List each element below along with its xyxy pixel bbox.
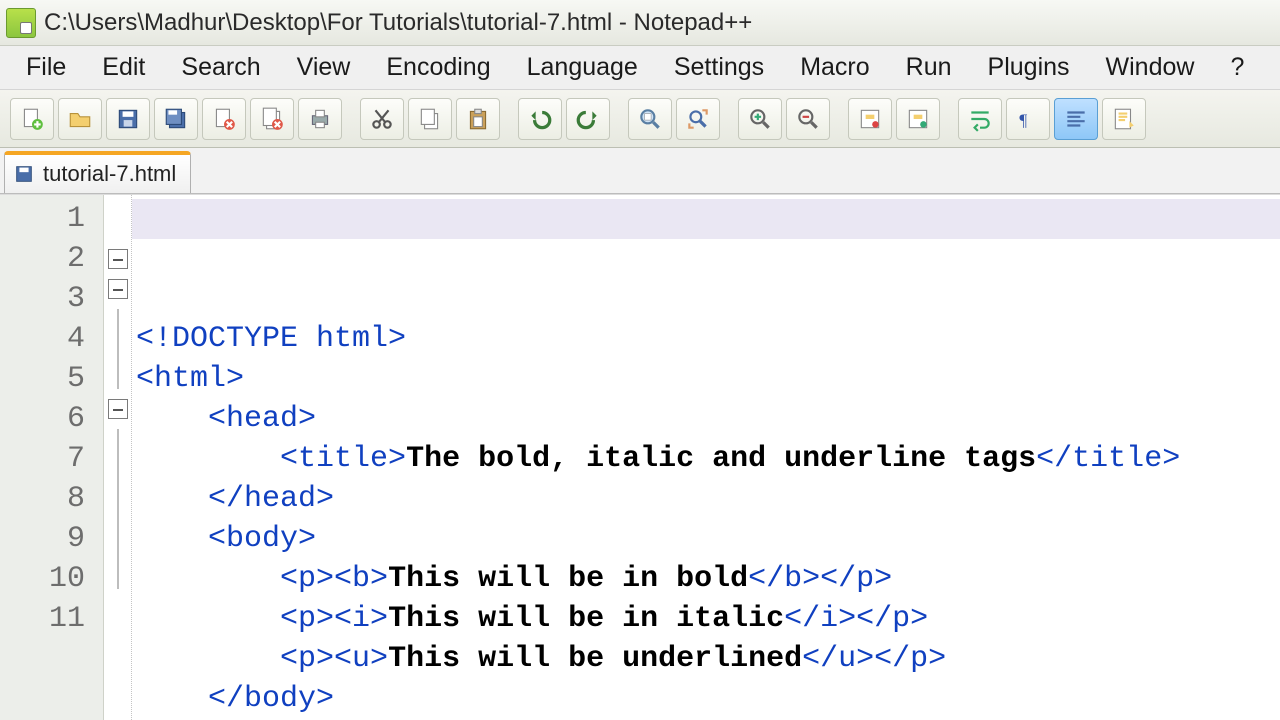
code-line[interactable]: <p><b>This will be in bold</b></p>	[136, 559, 1280, 599]
line-number: 2	[0, 239, 85, 279]
save-all-icon[interactable]	[154, 98, 198, 140]
fold-toggle-icon[interactable]	[108, 279, 128, 299]
close-all-icon[interactable]	[250, 98, 294, 140]
toolbar: ¶	[0, 90, 1280, 148]
menu-language[interactable]: Language	[509, 46, 656, 89]
line-number: 7	[0, 439, 85, 479]
fold-guide	[117, 509, 119, 549]
code-area[interactable]: <!DOCTYPE html><html> <head> <title>The …	[132, 195, 1280, 720]
code-line[interactable]: <html>	[136, 359, 1280, 399]
menu-settings[interactable]: Settings	[656, 46, 782, 89]
title-bar: C:\Users\Madhur\Desktop\For Tutorials\tu…	[0, 0, 1280, 46]
word-wrap-icon[interactable]	[958, 98, 1002, 140]
menu-run[interactable]: Run	[888, 46, 970, 89]
redo-icon[interactable]	[566, 98, 610, 140]
menu-window[interactable]: Window	[1088, 46, 1213, 89]
doc-map-icon[interactable]	[1102, 98, 1146, 140]
fold-guide	[117, 309, 119, 349]
line-number: 10	[0, 559, 85, 599]
menu-file[interactable]: File	[8, 46, 84, 89]
code-line[interactable]: <p><i>This will be in italic</i></p>	[136, 599, 1280, 639]
file-saved-icon	[13, 163, 35, 185]
code-line[interactable]: </head>	[136, 479, 1280, 519]
zoom-in-icon[interactable]	[738, 98, 782, 140]
fold-guide	[117, 429, 119, 469]
fold-toggle-icon[interactable]	[108, 249, 128, 269]
tab-label: tutorial-7.html	[43, 161, 176, 187]
zoom-out-icon[interactable]	[786, 98, 830, 140]
find-icon[interactable]	[628, 98, 672, 140]
line-number: 8	[0, 479, 85, 519]
line-number: 1	[0, 199, 85, 239]
menu-[interactable]: ?	[1212, 46, 1262, 89]
editor[interactable]: 1234567891011 <!DOCTYPE html><html> <hea…	[0, 194, 1280, 720]
fold-guide	[117, 469, 119, 509]
close-icon[interactable]	[202, 98, 246, 140]
code-line[interactable]: <body>	[136, 519, 1280, 559]
save-icon[interactable]	[106, 98, 150, 140]
line-number: 11	[0, 599, 85, 639]
window-title: C:\Users\Madhur\Desktop\For Tutorials\tu…	[44, 9, 752, 37]
copy-icon[interactable]	[408, 98, 452, 140]
menu-view[interactable]: View	[279, 46, 369, 89]
fold-toggle-icon[interactable]	[108, 399, 128, 419]
line-number: 6	[0, 399, 85, 439]
current-line-highlight	[132, 199, 1280, 239]
app-icon	[6, 8, 36, 38]
show-all-chars-icon[interactable]: ¶	[1006, 98, 1050, 140]
sync-v-icon[interactable]	[848, 98, 892, 140]
line-number: 5	[0, 359, 85, 399]
replace-icon[interactable]	[676, 98, 720, 140]
fold-guide	[117, 349, 119, 389]
fold-guide	[117, 549, 119, 589]
menu-plugins[interactable]: Plugins	[970, 46, 1088, 89]
indent-guide-icon[interactable]	[1054, 98, 1098, 140]
undo-icon[interactable]	[518, 98, 562, 140]
line-number-gutter: 1234567891011	[0, 195, 104, 720]
line-number: 4	[0, 319, 85, 359]
sync-h-icon[interactable]	[896, 98, 940, 140]
menu-search[interactable]: Search	[163, 46, 278, 89]
line-number: 3	[0, 279, 85, 319]
open-file-icon[interactable]	[58, 98, 102, 140]
menu-bar: FileEditSearchViewEncodingLanguageSettin…	[0, 46, 1280, 90]
menu-encoding[interactable]: Encoding	[368, 46, 508, 89]
paste-icon[interactable]	[456, 98, 500, 140]
tab-bar: tutorial-7.html	[0, 148, 1280, 194]
cut-icon[interactable]	[360, 98, 404, 140]
line-number: 9	[0, 519, 85, 559]
print-icon[interactable]	[298, 98, 342, 140]
code-line[interactable]: <title>The bold, italic and underline ta…	[136, 439, 1280, 479]
menu-edit[interactable]: Edit	[84, 46, 163, 89]
svg-text:¶: ¶	[1019, 110, 1027, 129]
code-line[interactable]: </body>	[136, 679, 1280, 719]
code-line[interactable]: <!DOCTYPE html>	[136, 319, 1280, 359]
tab-tutorial-7-html[interactable]: tutorial-7.html	[4, 151, 191, 193]
code-line[interactable]: <p><u>This will be underlined</u></p>	[136, 639, 1280, 679]
menu-macro[interactable]: Macro	[782, 46, 887, 89]
fold-column[interactable]	[104, 195, 132, 720]
new-file-icon[interactable]	[10, 98, 54, 140]
code-line[interactable]: <head>	[136, 399, 1280, 439]
